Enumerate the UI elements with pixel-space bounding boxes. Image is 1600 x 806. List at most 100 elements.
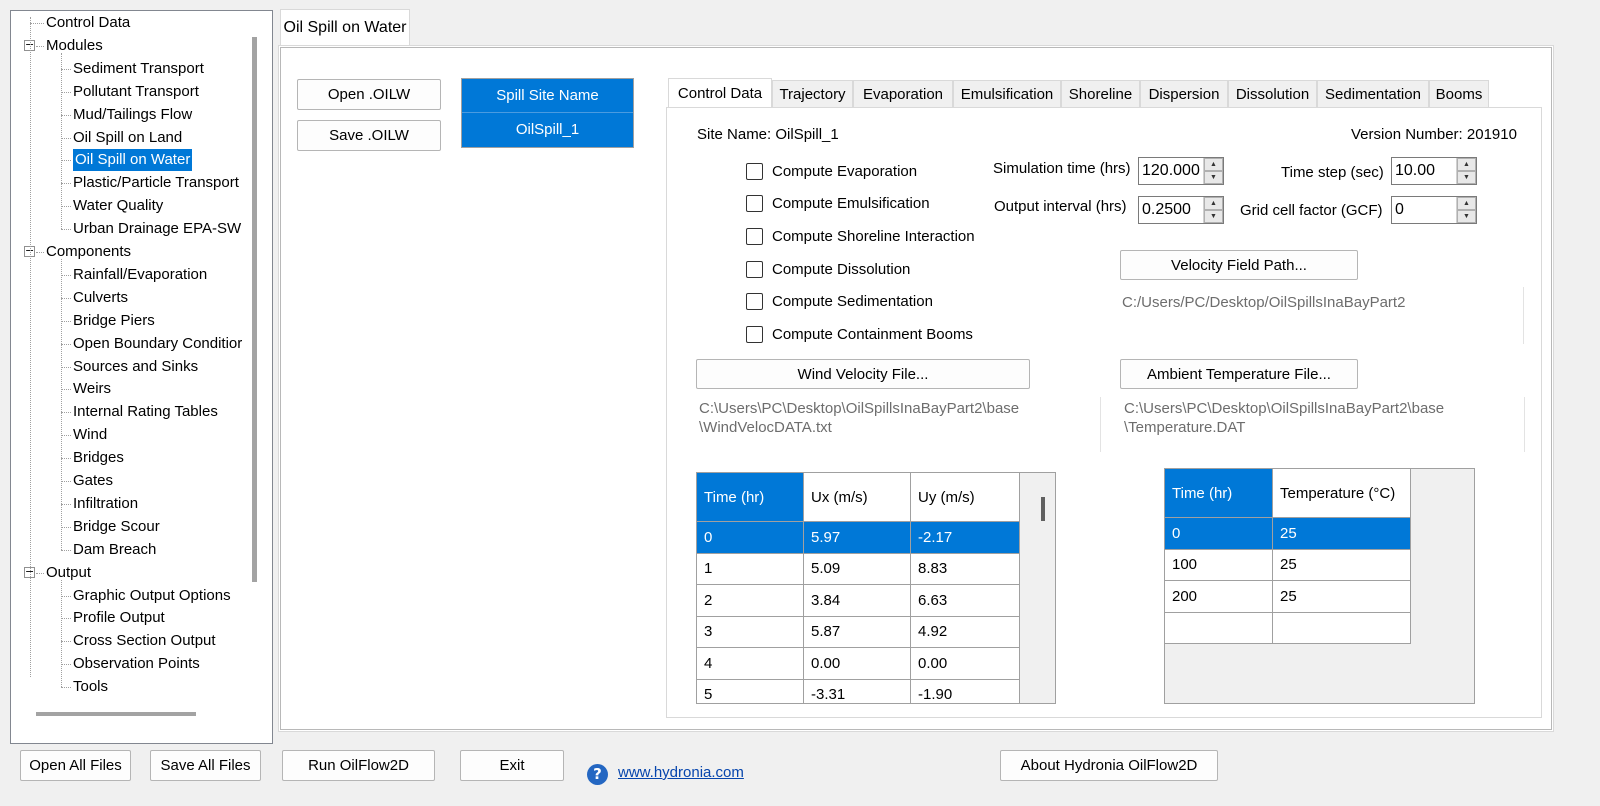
compute-checkbox-row[interactable]: Compute Emulsification	[746, 192, 930, 214]
compute-checkbox-row[interactable]: Compute Evaporation	[746, 160, 917, 182]
checkbox[interactable]	[746, 194, 763, 212]
table-cell[interactable]: -3.31	[803, 678, 911, 703]
wind-table-scrollbar[interactable]	[1041, 497, 1045, 521]
tree-item[interactable]: Oil Spill on Land	[73, 127, 182, 149]
table-cell[interactable]: 0.00	[803, 647, 911, 680]
tree-item[interactable]: Bridge Scour	[73, 516, 160, 538]
output-interval-spinner[interactable]: 0.2500 ▲ ▼	[1138, 196, 1224, 224]
tree-item[interactable]: Sources and Sinks	[73, 356, 198, 378]
table-cell[interactable]: 6.63	[910, 584, 1020, 617]
table-cell[interactable]: 5.87	[803, 615, 911, 648]
table-row[interactable]: 5 -3.31 -1.90	[697, 678, 1020, 703]
temp-table-container[interactable]: Time (hr) Temperature (°C) 0 25 100 25 200 25	[1164, 468, 1475, 704]
compute-checkbox-row[interactable]: Compute Shoreline Interaction	[746, 225, 975, 247]
tree-item[interactable]: Water Quality	[73, 195, 163, 217]
tree-horizontal-scrollbar[interactable]	[36, 712, 196, 716]
tree-item[interactable]: Bridges	[73, 447, 124, 469]
about-hydronia-button[interactable]: About Hydronia OilFlow2D	[1000, 750, 1218, 781]
column-header[interactable]: Time (hr)	[1165, 469, 1273, 518]
tab-oil-spill-on-water[interactable]: Oil Spill on Water	[280, 9, 410, 45]
spin-up-icon[interactable]: ▲	[1204, 158, 1223, 171]
tree-item[interactable]: Weirs	[73, 378, 111, 400]
table-cell[interactable]: 5.97	[803, 521, 911, 554]
tab-evaporation[interactable]: Evaporation	[853, 80, 953, 107]
tree-item[interactable]: Modules	[46, 35, 103, 57]
hydronia-website-link[interactable]: www.hydronia.com	[618, 764, 744, 781]
table-cell[interactable]	[1272, 611, 1411, 644]
compute-checkbox-row[interactable]: Compute Sedimentation	[746, 290, 933, 312]
table-cell[interactable]: -1.90	[910, 678, 1020, 703]
tree-item[interactable]: Profile Output	[73, 607, 165, 629]
wind-velocity-file-button[interactable]: Wind Velocity File...	[696, 359, 1030, 389]
checkbox[interactable]	[746, 292, 763, 310]
tab-dissolution[interactable]: Dissolution	[1228, 80, 1317, 107]
tab-control-data[interactable]: Control Data	[668, 78, 772, 108]
open-oilw-button[interactable]: Open .OILW	[297, 79, 441, 110]
table-cell[interactable]: 8.83	[910, 552, 1020, 585]
tree-item[interactable]: Gates	[73, 470, 113, 492]
exit-button[interactable]: Exit	[460, 750, 564, 781]
tree-item[interactable]: Output	[46, 562, 91, 584]
table-row[interactable]: 100 25	[1165, 548, 1411, 581]
open-all-files-button[interactable]: Open All Files	[20, 750, 131, 781]
spin-up-icon[interactable]: ▲	[1457, 158, 1476, 171]
tab-dispersion[interactable]: Dispersion	[1140, 80, 1228, 107]
table-cell[interactable]: 4.92	[910, 615, 1020, 648]
table-cell[interactable]: 5.09	[803, 552, 911, 585]
tree-item[interactable]: Cross Section Output	[73, 630, 216, 652]
table-cell[interactable]: 5	[697, 678, 804, 703]
spin-down-icon[interactable]: ▼	[1204, 210, 1223, 223]
tree-item[interactable]: Components	[46, 241, 131, 263]
spin-up-icon[interactable]: ▲	[1204, 197, 1223, 210]
checkbox[interactable]	[746, 260, 763, 278]
table-cell[interactable]: 25	[1272, 548, 1411, 581]
table-row[interactable]: 0 25	[1165, 517, 1411, 550]
temperature-table[interactable]: Time (hr) Temperature (°C) 0 25 100 25 200 25	[1165, 469, 1411, 644]
tab-shoreline[interactable]: Shoreline	[1061, 80, 1140, 107]
checkbox[interactable]	[746, 325, 763, 343]
spin-up-icon[interactable]: ▲	[1457, 197, 1476, 210]
table-cell[interactable]: 25	[1272, 580, 1411, 613]
tree-item[interactable]: Urban Drainage EPA-SW	[73, 218, 241, 240]
table-cell[interactable]: 25	[1272, 517, 1411, 550]
tree-item[interactable]: Mud/Tailings Flow	[73, 104, 192, 126]
spill-site-value[interactable]: OilSpill_1	[462, 113, 633, 147]
tree-item[interactable]: Sediment Transport	[73, 58, 204, 80]
tab-sedimentation[interactable]: Sedimentation	[1317, 80, 1429, 107]
compute-checkbox-row[interactable]: Compute Containment Booms	[746, 323, 973, 345]
simulation-time-spinner[interactable]: 120.000 ▲ ▼	[1138, 157, 1224, 185]
tree-item[interactable]: Control Data	[46, 12, 130, 34]
module-tree[interactable]: Control Data − Modules Sediment Transport Po…	[10, 10, 273, 744]
table-cell[interactable]: 2	[697, 584, 804, 617]
tree-item[interactable]: Observation Points	[73, 653, 200, 675]
tab-trajectory[interactable]: Trajectory	[772, 80, 853, 107]
time-step-spinner[interactable]: 10.00 ▲ ▼	[1391, 157, 1477, 185]
ambient-temperature-file-button[interactable]: Ambient Temperature File...	[1120, 359, 1358, 389]
column-header[interactable]: Uy (m/s)	[910, 473, 1020, 522]
tree-item[interactable]: Wind	[73, 424, 107, 446]
column-header[interactable]: Temperature (°C)	[1272, 469, 1411, 518]
table-cell[interactable]: 4	[697, 647, 804, 680]
column-header[interactable]: Time (hr)	[697, 473, 804, 522]
checkbox[interactable]	[746, 162, 763, 180]
table-row[interactable]: 2 3.84 6.63	[697, 584, 1020, 617]
table-cell[interactable]	[1165, 611, 1273, 644]
table-cell[interactable]: 3	[697, 615, 804, 648]
spill-site-grid[interactable]: Spill Site Name OilSpill_1	[461, 78, 634, 148]
tree-item[interactable]: Dam Breach	[73, 539, 156, 561]
table-row[interactable]: 3 5.87 4.92	[697, 615, 1020, 648]
table-cell[interactable]: 0.00	[910, 647, 1020, 680]
table-cell[interactable]: 3.84	[803, 584, 911, 617]
tree-item[interactable]: Infiltration	[73, 493, 138, 515]
help-icon[interactable]: ?	[587, 764, 608, 785]
tab-booms[interactable]: Booms	[1429, 80, 1489, 107]
tree-item[interactable]: Culverts	[73, 287, 128, 309]
table-cell[interactable]: 0	[1165, 517, 1273, 550]
table-row[interactable]	[1165, 611, 1411, 644]
column-header[interactable]: Ux (m/s)	[803, 473, 911, 522]
table-row[interactable]: 0 5.97 -2.17	[697, 521, 1020, 554]
gcf-spinner[interactable]: 0 ▲ ▼	[1391, 196, 1477, 224]
wind-velocity-table[interactable]: Time (hr) Ux (m/s) Uy (m/s) 0 5.97 -2.17 1 5.09…	[697, 473, 1020, 703]
spin-down-icon[interactable]: ▼	[1457, 210, 1476, 223]
table-cell[interactable]: 0	[697, 521, 804, 554]
